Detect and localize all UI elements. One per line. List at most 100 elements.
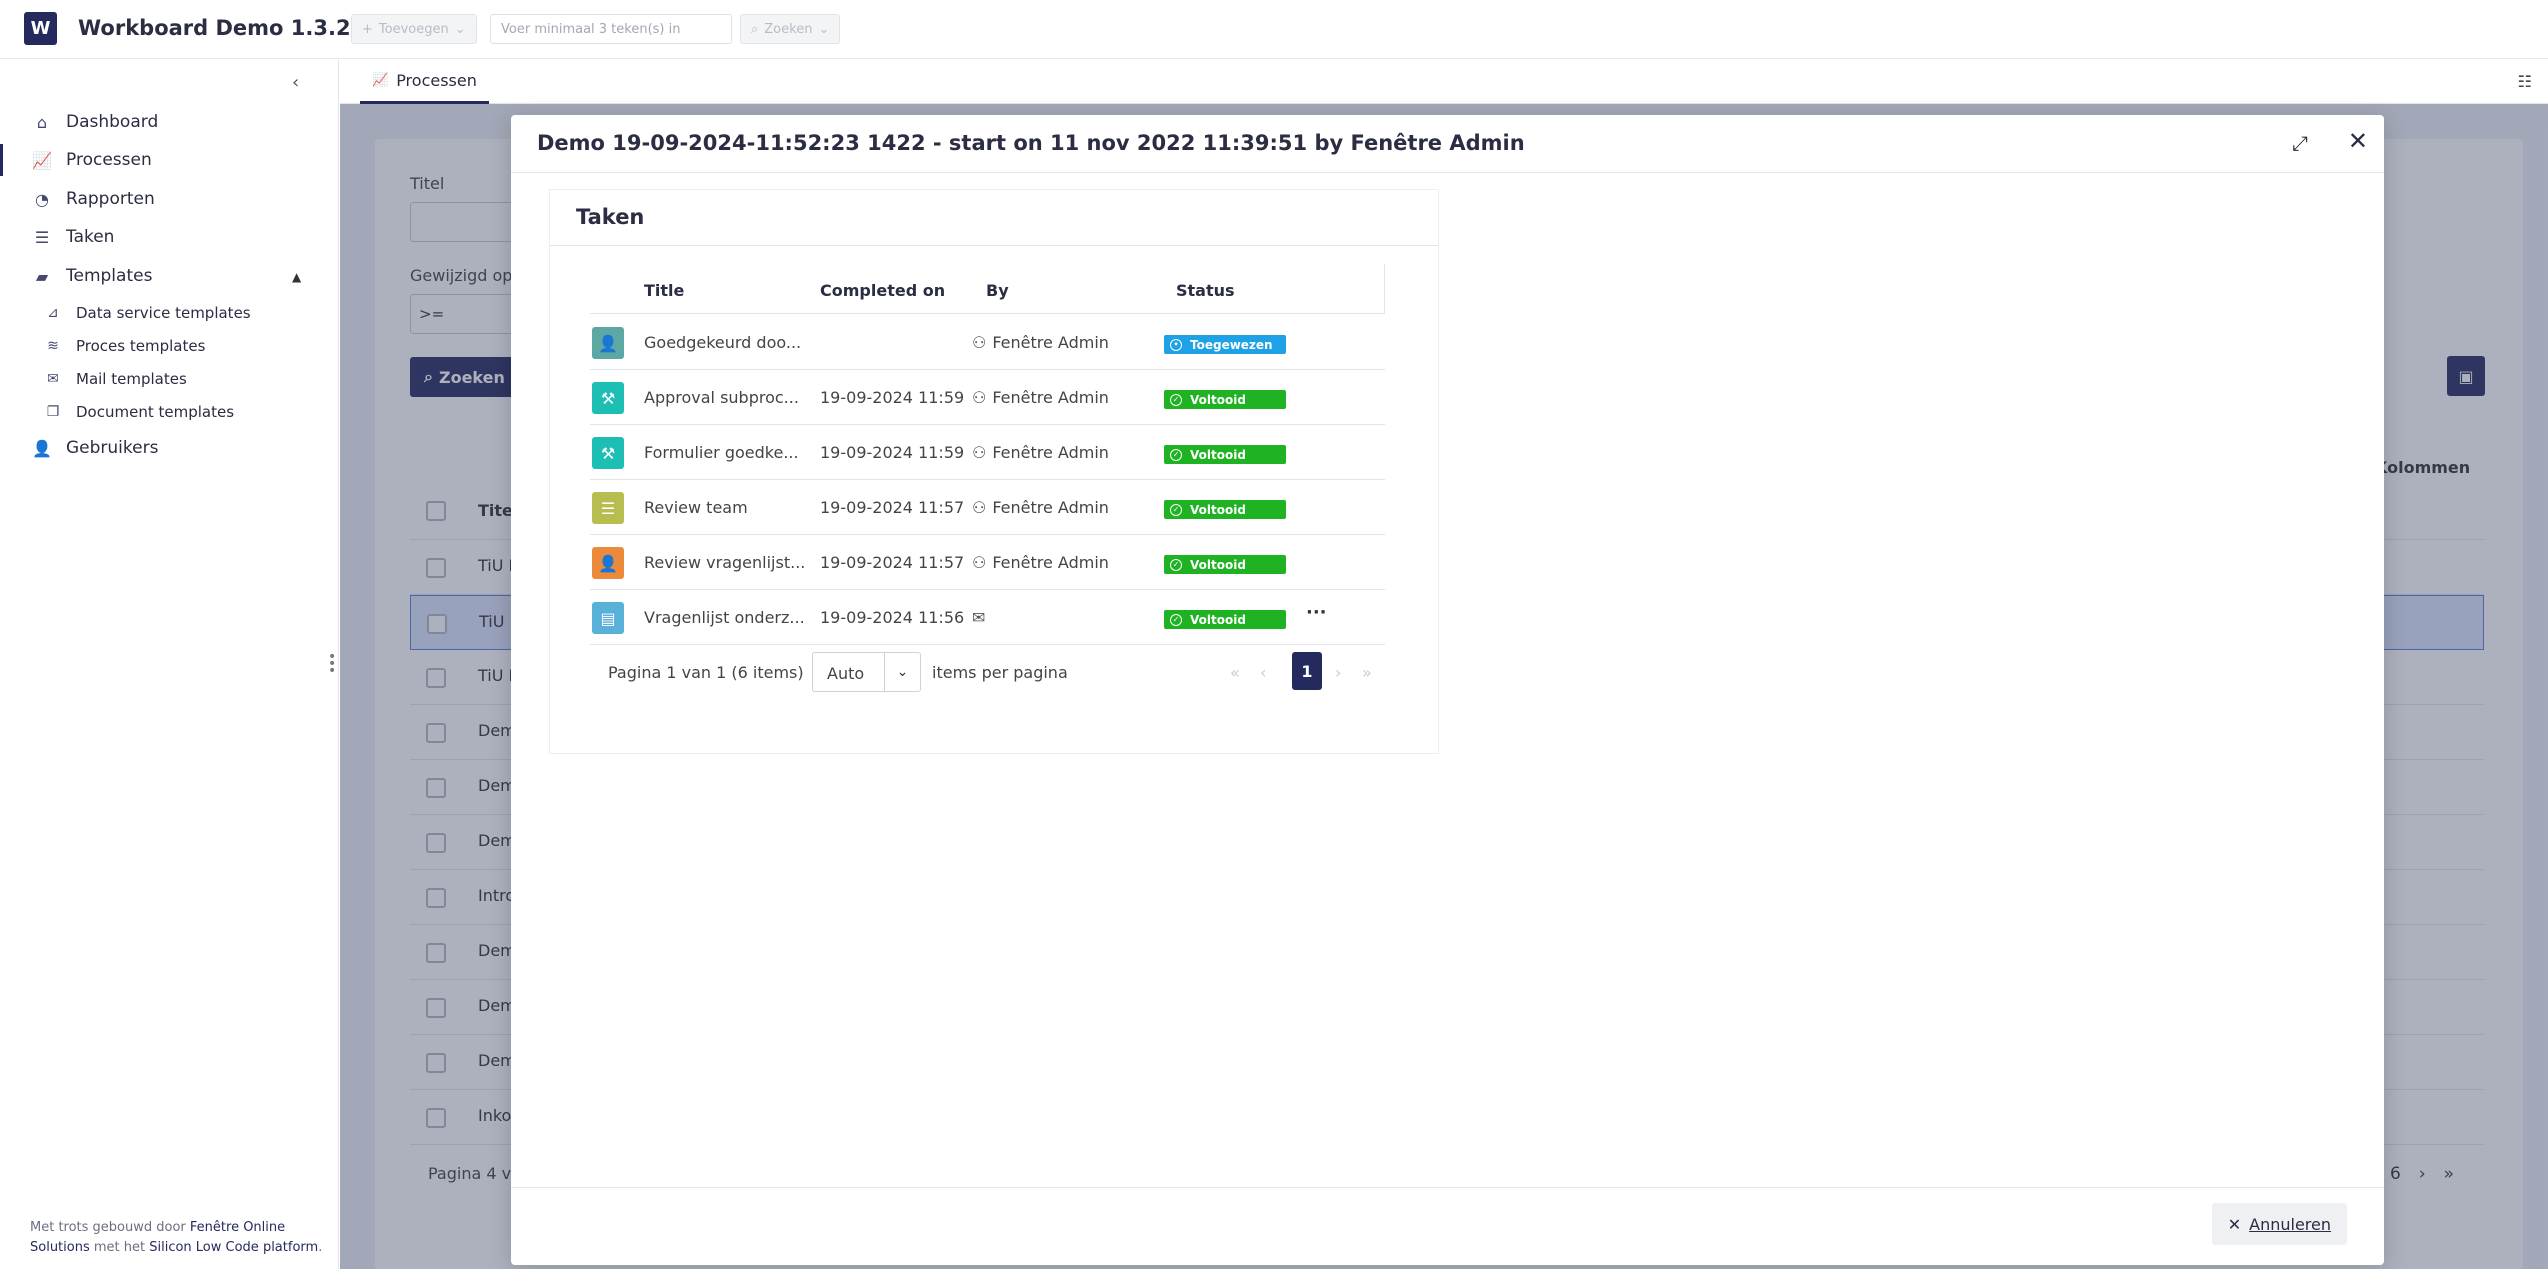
table-row[interactable]: ⚒ Approval subproc... 19-09-2024 11:59 ⚇… <box>590 370 1385 425</box>
sidebar-item-rapporten[interactable]: ◔ Rapporten <box>32 185 155 213</box>
status-badge: ✓ Voltooid <box>1164 445 1286 464</box>
chevron-down-icon[interactable]: ⌄ <box>884 653 920 691</box>
page-size-select[interactable]: Auto ⌄ <box>812 652 921 692</box>
task-title: Vragenlijst onderz... <box>644 608 805 627</box>
task-completed: 19-09-2024 11:57 <box>820 553 965 572</box>
search-icon: ⌕ <box>751 21 759 37</box>
footer-note: Met trots gebouwd door Fenêtre Online So… <box>30 1218 330 1258</box>
gavel-icon: ⚒ <box>592 437 624 469</box>
sidebar-subitem-label: Document templates <box>76 403 235 421</box>
status-label: Voltooid <box>1190 502 1246 517</box>
expand-icon[interactable]: ⤢ <box>2292 131 2308 155</box>
table-row[interactable]: 👤 Goedgekeurd doo... ⚇ Fenêtre Admin • Toe… <box>590 315 1385 370</box>
task-completed: 19-09-2024 11:59 <box>820 443 965 462</box>
first-page-icon[interactable]: « <box>1230 663 1240 682</box>
status-label: Toegewezen <box>1190 337 1273 352</box>
table-row[interactable]: ☰ Review team 19-09-2024 11:57 ⚇ Fenêtre … <box>590 480 1385 535</box>
footer-text: . <box>318 1240 323 1255</box>
sidebar-subitem-data-service-templates[interactable]: ⊿ Data service templates <box>44 301 250 325</box>
user-icon: 👤 <box>32 438 52 458</box>
splitter-handle-icon[interactable]: • • • <box>328 650 336 678</box>
page-size-value: Auto <box>827 664 865 683</box>
table-row[interactable]: 👤 Review vragenlijst... 19-09-2024 11:57… <box>590 535 1385 590</box>
app-title: Workboard Demo 1.3.25 <box>78 16 366 40</box>
search-button-label: Zoeken <box>764 21 813 37</box>
platform-link[interactable]: Silicon Low Code platform <box>149 1240 318 1255</box>
check-circle-icon: ✓ <box>1170 613 1182 626</box>
previous-page-icon[interactable]: ‹ <box>1260 663 1266 682</box>
close-icon[interactable]: ✕ <box>2348 127 2368 155</box>
task-completed: 19-09-2024 11:57 <box>820 498 965 517</box>
more-options-icon[interactable]: ··· <box>1306 602 1327 623</box>
sidebar-item-processen[interactable]: 📈 Processen <box>32 146 152 174</box>
collapse-sidebar-icon[interactable]: ‹ <box>292 72 299 93</box>
table-row[interactable]: ▤ Vragenlijst onderz... 19-09-2024 11:56… <box>590 590 1385 645</box>
caret-up-icon[interactable]: ▲ <box>292 270 301 284</box>
status-label: Voltooid <box>1190 392 1246 407</box>
column-header-title[interactable]: Title <box>644 281 684 300</box>
divider <box>550 245 1438 246</box>
pager-info: Pagina 1 van 1 (6 items) <box>608 663 804 682</box>
cancel-button[interactable]: ✕ Annuleren <box>2211 1203 2347 1245</box>
sidebar-subitem-proces-templates[interactable]: ≋ Proces templates <box>44 334 205 358</box>
home-icon: ⌂ <box>36 112 48 132</box>
tab-processen[interactable]: 📈 Processen <box>360 60 489 104</box>
sidebar-subitem-document-templates[interactable]: ❐ Document templates <box>44 400 234 424</box>
sidebar-item-templates[interactable]: ▰ Templates <box>32 262 153 290</box>
task-by-name: Fenêtre Admin <box>992 498 1109 517</box>
task-by-name: Fenêtre Admin <box>992 553 1109 572</box>
column-header-status[interactable]: Status <box>1176 281 1235 300</box>
next-page-icon[interactable]: › <box>1335 663 1341 682</box>
task-title: Goedgekeurd doo... <box>644 333 802 352</box>
status-label: Voltooid <box>1190 447 1246 462</box>
modal-header: Demo 19-09-2024-11:52:23 1422 - start on… <box>511 115 2384 173</box>
sidebar-subitem-mail-templates[interactable]: ✉ Mail templates <box>44 367 187 391</box>
table-row[interactable]: ⚒ Formulier goedke... 19-09-2024 11:59 ⚇… <box>590 425 1385 480</box>
search-button[interactable]: ⌕ Zoeken ⌄ <box>740 14 841 44</box>
column-header-completed[interactable]: Completed on <box>820 281 945 300</box>
task-completed: 19-09-2024 11:59 <box>820 388 965 407</box>
assigned-icon: • <box>1170 338 1182 351</box>
status-badge: ✓ Voltooid <box>1164 610 1286 629</box>
chevron-down-icon: ⌄ <box>818 21 830 37</box>
task-title: Review team <box>644 498 748 517</box>
app-logo[interactable]: W <box>24 12 57 45</box>
last-page-icon[interactable]: » <box>1362 663 1372 682</box>
task-by: ⚇ Fenêtre Admin <box>972 333 1109 352</box>
user-icon: ⚇ <box>972 388 987 407</box>
active-indicator <box>0 144 3 176</box>
status-badge: ✓ Voltooid <box>1164 555 1286 574</box>
task-title: Approval subproc... <box>644 388 799 407</box>
card-title: Taken <box>576 205 645 229</box>
status-label: Voltooid <box>1190 557 1246 572</box>
pie-chart-icon: ◔ <box>35 189 49 209</box>
user-check-icon: 👤 <box>592 547 624 579</box>
documents-icon: ❐ <box>46 404 60 420</box>
chevron-down-icon: ⌄ <box>454 21 466 37</box>
gavel-icon: ⚒ <box>592 382 624 414</box>
sidebar-item-label: Gebruikers <box>66 438 159 458</box>
add-button[interactable]: + Toevoegen ⌄ <box>351 14 477 44</box>
layers-icon: ≋ <box>47 338 59 354</box>
column-header-by[interactable]: By <box>986 281 1009 300</box>
search-input[interactable]: Voer minimaal 3 teken(s) in <box>490 14 732 44</box>
list-icon: ☰ <box>592 492 624 524</box>
mail-stack-icon: ✉ <box>47 371 59 387</box>
sidebar-item-label: Taken <box>66 227 115 247</box>
footer-text: met het <box>89 1240 150 1255</box>
sidebar-item-dashboard[interactable]: ⌂ Dashboard <box>32 108 158 136</box>
sidebar-item-taken[interactable]: ☰ Taken <box>32 223 115 251</box>
box-icon: ▰ <box>35 266 49 286</box>
task-title: Formulier goedke... <box>644 443 799 462</box>
tab-strip: 📈 Processen ☷ <box>340 60 2548 104</box>
task-by-name: Fenêtre Admin <box>992 333 1109 352</box>
tasks-icon: ☰ <box>34 227 50 247</box>
envelope-icon: ✉ <box>972 608 986 627</box>
sidebar-item-gebruikers[interactable]: 👤 Gebruikers <box>32 434 158 462</box>
task-by: ⚇ Fenêtre Admin <box>972 553 1109 572</box>
status-badge: ✓ Voltooid <box>1164 500 1286 519</box>
cancel-button-label: Annuleren <box>2249 1214 2331 1234</box>
task-by: ✉ <box>972 608 991 627</box>
current-page-button[interactable]: 1 <box>1292 652 1322 690</box>
sliders-icon[interactable]: ☷ <box>2518 72 2532 91</box>
